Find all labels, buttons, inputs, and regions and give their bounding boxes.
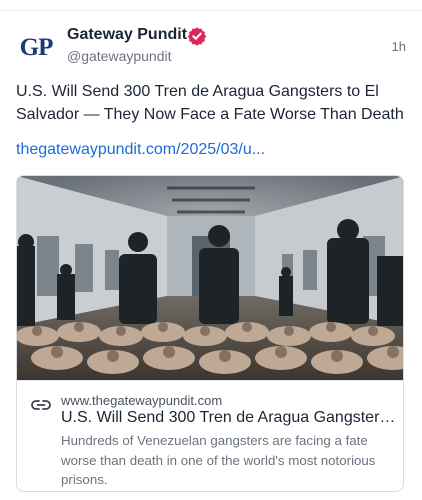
post-text: U.S. Will Send 300 Tren de Aragua Gangst… bbox=[16, 83, 404, 123]
card-description: Hundreds of Venezuelan gangsters are fac… bbox=[61, 433, 376, 487]
top-divider bbox=[0, 10, 422, 11]
verified-badge-icon bbox=[187, 27, 207, 46]
handle[interactable]: @gatewaypundit bbox=[67, 48, 172, 64]
display-name[interactable]: Gateway Pundit bbox=[67, 26, 187, 44]
card-meta[interactable]: www.thegatewaypundit.com U.S. Will Send … bbox=[17, 380, 403, 491]
timestamp[interactable]: 1h bbox=[392, 39, 406, 54]
avatar[interactable]: GP bbox=[16, 32, 56, 64]
avatar-logo-text: GP bbox=[19, 34, 54, 61]
post-link[interactable]: thegatewaypundit.com/2025/03/u... bbox=[16, 141, 265, 159]
card-image[interactable] bbox=[17, 176, 404, 380]
link-preview-card[interactable]: www.thegatewaypundit.com U.S. Will Send … bbox=[16, 175, 404, 492]
card-domain: www.thegatewaypundit.com bbox=[61, 393, 223, 408]
link-icon bbox=[31, 400, 51, 410]
card-title[interactable]: U.S. Will Send 300 Tren de Aragua Gangst… bbox=[61, 409, 397, 427]
